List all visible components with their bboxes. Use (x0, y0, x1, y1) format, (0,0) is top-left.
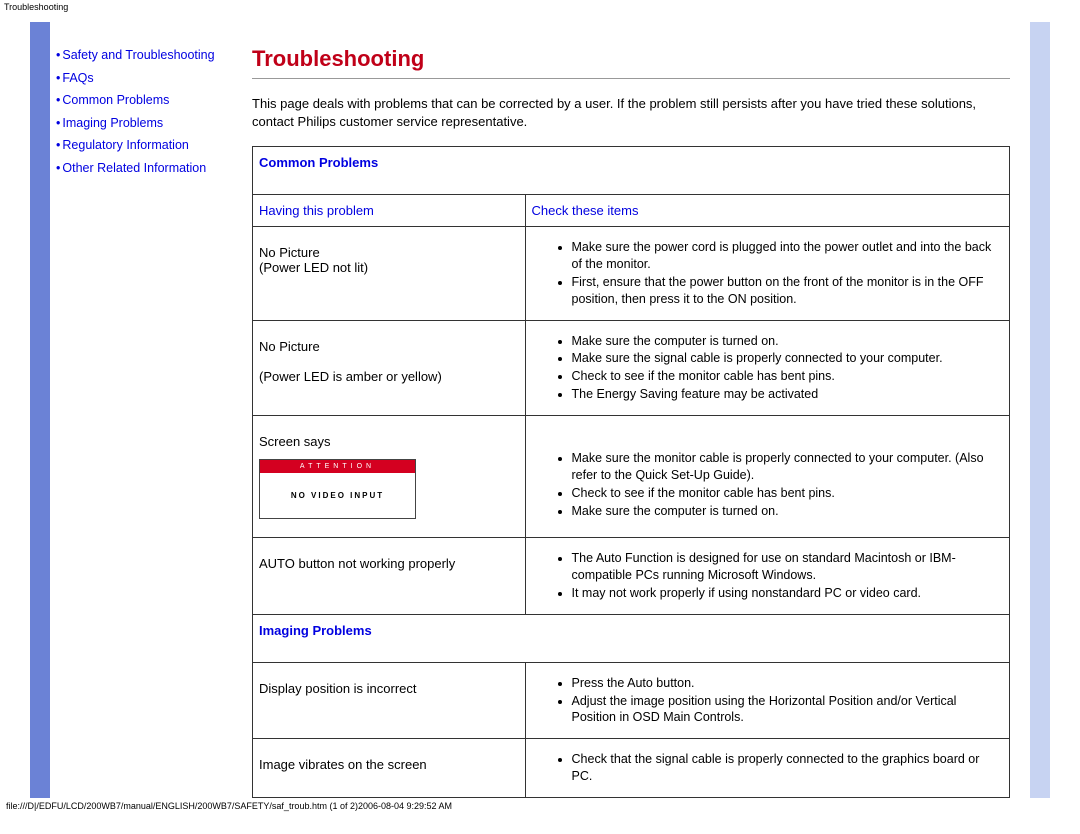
troubleshooting-table: Common Problems Having this problem Chec… (252, 146, 1010, 798)
problem-cell: Display position is incorrect (253, 662, 526, 739)
section-common-problems: Common Problems (253, 147, 1010, 195)
sidebar-item-imaging-problems[interactable]: •Imaging Problems (56, 112, 246, 135)
sidebar-item-faqs[interactable]: •FAQs (56, 67, 246, 90)
sidebar: •Safety and Troubleshooting •FAQs •Commo… (50, 22, 252, 798)
sidebar-item-safety[interactable]: •Safety and Troubleshooting (56, 44, 246, 67)
problem-cell: AUTO button not working properly (253, 538, 526, 615)
section-imaging-problems: Imaging Problems (253, 614, 1010, 662)
column-header-problem: Having this problem (253, 195, 526, 227)
check-cell: Check that the signal cable is properly … (525, 739, 1009, 798)
check-cell: Make sure the monitor cable is properly … (525, 416, 1009, 538)
check-cell: Press the Auto button. Adjust the image … (525, 662, 1009, 739)
right-stripe (1030, 22, 1050, 798)
page-top-label: Troubleshooting (0, 0, 1080, 14)
problem-cell: Screen says ATTENTION NO VIDEO INPUT (253, 416, 526, 538)
intro-text: This page deals with problems that can b… (252, 95, 1010, 130)
sidebar-item-regulatory[interactable]: •Regulatory Information (56, 134, 246, 157)
table-row: Image vibrates on the screen Check that … (253, 739, 1010, 798)
problem-cell: No Picture (Power LED not lit) (253, 227, 526, 321)
table-row: Display position is incorrect Press the … (253, 662, 1010, 739)
table-row: No Picture (Power LED is amber or yellow… (253, 320, 1010, 416)
check-cell: Make sure the power cord is plugged into… (525, 227, 1009, 321)
attention-title: ATTENTION (260, 460, 415, 473)
left-stripe (30, 22, 50, 798)
problem-cell: No Picture (Power LED is amber or yellow… (253, 320, 526, 416)
table-row: AUTO button not working properly The Aut… (253, 538, 1010, 615)
content-area: Troubleshooting This page deals with pro… (252, 22, 1030, 798)
footer-path: file:///D|/EDFU/LCD/200WB7/manual/ENGLIS… (0, 798, 1080, 814)
attention-body: NO VIDEO INPUT (260, 473, 415, 518)
layout-table: •Safety and Troubleshooting •FAQs •Commo… (30, 22, 1050, 798)
check-cell: The Auto Function is designed for use on… (525, 538, 1009, 615)
table-row: Screen says ATTENTION NO VIDEO INPUT Mak… (253, 416, 1010, 538)
table-row: No Picture (Power LED not lit) Make sure… (253, 227, 1010, 321)
attention-box: ATTENTION NO VIDEO INPUT (259, 459, 416, 519)
sidebar-item-other-related[interactable]: •Other Related Information (56, 157, 246, 180)
problem-cell: Image vibrates on the screen (253, 739, 526, 798)
sidebar-item-common-problems[interactable]: •Common Problems (56, 89, 246, 112)
column-header-check: Check these items (525, 195, 1009, 227)
check-cell: Make sure the computer is turned on. Mak… (525, 320, 1009, 416)
page-title: Troubleshooting (252, 46, 1010, 72)
divider (252, 78, 1010, 79)
